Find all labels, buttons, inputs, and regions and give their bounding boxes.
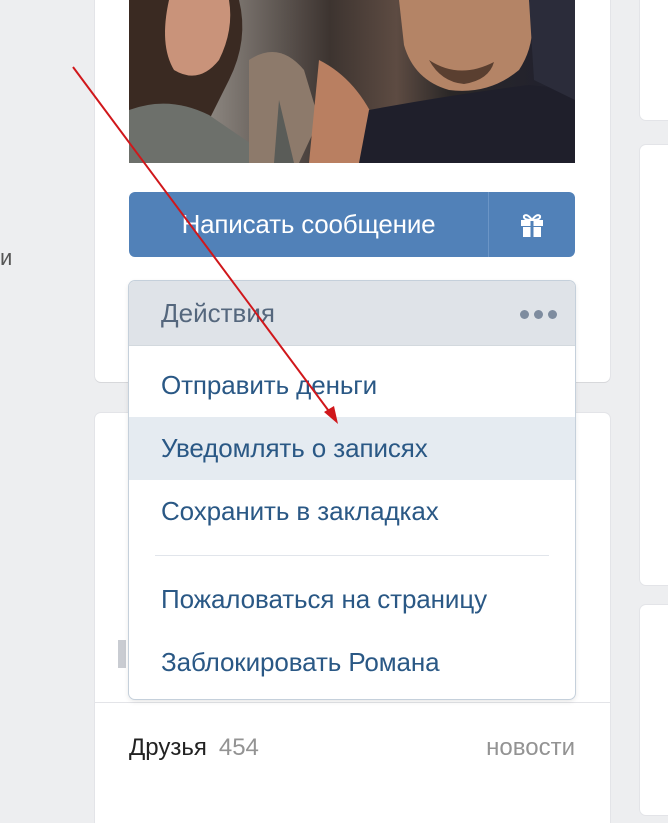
actions-header-label: Действия <box>161 297 275 328</box>
friends-count: 454 <box>218 734 259 761</box>
menu-divider <box>155 555 549 556</box>
menu-item-send-money[interactable]: Отправить деньги <box>129 354 575 417</box>
friends-header: Друзья 454 новости <box>129 726 575 770</box>
friends-title[interactable]: Друзья <box>129 734 207 762</box>
menu-item-block-user[interactable]: Заблокировать Романа <box>129 631 575 694</box>
right-column-card <box>640 145 668 585</box>
left-sidebar-fragment: и <box>0 245 13 270</box>
right-column-card <box>640 0 668 120</box>
menu-item-report-page[interactable]: Пожаловаться на страницу <box>129 568 575 631</box>
gift-icon <box>521 213 543 237</box>
right-column-card <box>640 605 668 815</box>
obscured-text-fragment <box>118 640 126 668</box>
actions-header[interactable]: Действия <box>129 281 575 346</box>
write-message-button[interactable]: Написать сообщение <box>129 192 488 257</box>
actions-menu: Отправить деньги Уведомлять о записях Со… <box>129 346 575 694</box>
menu-item-save-bookmarks[interactable]: Сохранить в закладках <box>129 480 575 543</box>
more-dots-icon[interactable] <box>520 310 557 319</box>
profile-photo-image <box>129 0 575 163</box>
profile-photo[interactable] <box>129 0 575 163</box>
actions-dropdown: Действия Отправить деньги Уведомлять о з… <box>129 281 575 699</box>
send-gift-button[interactable] <box>488 192 575 257</box>
menu-item-notify-posts[interactable]: Уведомлять о записях <box>129 417 575 480</box>
friends-news-link[interactable]: новости <box>486 734 575 762</box>
message-button-group: Написать сообщение <box>129 192 575 257</box>
